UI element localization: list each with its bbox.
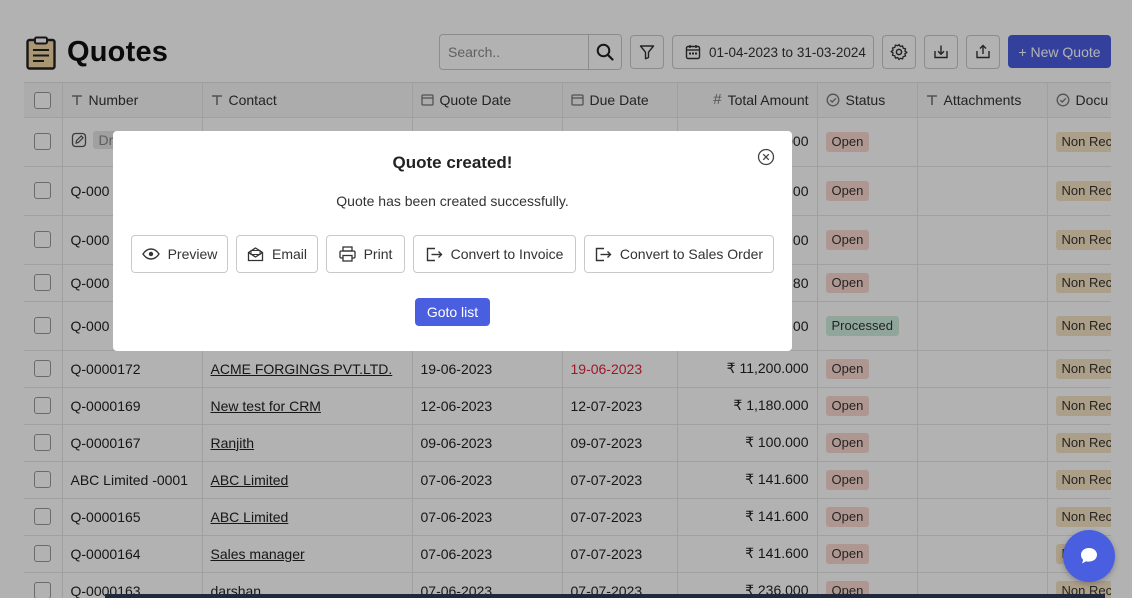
goto-list-button[interactable]: Goto list — [415, 298, 490, 326]
app-root: Quotes 01-04-2023 to 31-03-2024 + New Qu… — [0, 0, 1132, 598]
eye-icon — [141, 248, 160, 260]
preview-label: Preview — [167, 246, 218, 262]
dialog-message: Quote has been created successfully. — [336, 193, 569, 209]
dialog-title: Quote created! — [392, 153, 513, 172]
chat-bubble-icon — [1081, 548, 1097, 564]
convert-to-invoice-button[interactable]: Convert to Invoice — [413, 235, 576, 273]
email-icon — [247, 246, 264, 261]
print-button[interactable]: Print — [326, 235, 405, 273]
export-arrow-icon — [595, 247, 612, 261]
printer-icon — [338, 246, 356, 262]
chat-launcher-button[interactable] — [1063, 530, 1115, 582]
email-button[interactable]: Email — [236, 235, 318, 273]
export-arrow-icon — [426, 247, 443, 261]
convert-to-invoice-label: Convert to Invoice — [450, 246, 564, 262]
print-label: Print — [363, 246, 393, 262]
quote-created-dialog: Quote created! Quote has been created su… — [113, 131, 792, 351]
close-icon[interactable] — [757, 148, 775, 166]
preview-button[interactable]: Preview — [131, 235, 228, 273]
email-label: Email — [271, 246, 307, 262]
convert-to-sales-order-label: Convert to Sales Order — [619, 246, 764, 262]
convert-to-sales-order-button[interactable]: Convert to Sales Order — [584, 235, 774, 273]
